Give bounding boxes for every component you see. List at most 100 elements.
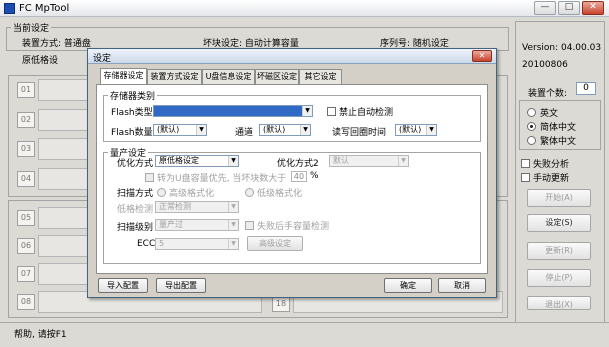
settings-button[interactable]: 设定(S) bbox=[527, 214, 591, 232]
flash-type-label: Flash类型 bbox=[111, 108, 153, 118]
opt-select[interactable]: 原低格设定 ▼ bbox=[155, 155, 239, 167]
slot-bar bbox=[38, 79, 88, 101]
slot-label: 18 bbox=[272, 296, 290, 312]
settings-dialog: 设定 ✕ 存储器设定 装置方式设定 U盘信息设定 坏磁区设定 其它设定 存储器类… bbox=[87, 48, 497, 298]
flash-type-select[interactable]: ▼ bbox=[153, 105, 313, 117]
slot-bar bbox=[38, 263, 88, 285]
slot-label: 03 bbox=[17, 141, 35, 157]
ecc-label: ECC bbox=[137, 239, 156, 249]
lang-english-radio[interactable] bbox=[527, 108, 536, 117]
dialog-close-button[interactable]: ✕ bbox=[472, 50, 492, 62]
chevron-down-icon: ▼ bbox=[196, 125, 206, 135]
scan-low-radio[interactable] bbox=[245, 188, 254, 197]
update-button[interactable]: 更新(R) bbox=[527, 242, 591, 260]
date-label: 20100806 bbox=[522, 60, 568, 70]
dialog-title-bar: 设定 ✕ bbox=[88, 49, 496, 64]
slot-bar bbox=[38, 138, 88, 160]
maximize-button[interactable]: □ bbox=[558, 1, 580, 15]
chevron-down-icon: ▼ bbox=[228, 239, 238, 249]
fail-analysis-checkbox[interactable] bbox=[521, 159, 530, 168]
rw-time-value: (默认) bbox=[399, 125, 422, 134]
manual-update-label: 手动更新 bbox=[533, 174, 570, 184]
slot-bar bbox=[38, 207, 88, 229]
ecc-value: 5 bbox=[159, 239, 165, 248]
slot-label: 02 bbox=[17, 112, 35, 128]
flash-count-label: Flash数量 bbox=[111, 128, 153, 138]
auto-detect-label: 禁止自动检测 bbox=[339, 108, 394, 118]
lang-simplified-label: 简体中文 bbox=[540, 123, 577, 133]
title-bar: FC MpTool — □ ✕ bbox=[0, 0, 609, 17]
convert-unit: % bbox=[310, 171, 319, 181]
tab-panel: 存储器类别 Flash类型 ▼ 禁止自动检测 Flash数量 (默认) ▼ 通道 … bbox=[96, 84, 488, 274]
flash-count-select[interactable]: (默认) ▼ bbox=[153, 124, 207, 136]
lang-simplified-radio[interactable] bbox=[527, 122, 536, 131]
channel-select[interactable]: (默认) ▼ bbox=[259, 124, 311, 136]
lang-traditional-radio[interactable] bbox=[527, 136, 536, 145]
dialog-title: 设定 bbox=[93, 54, 112, 64]
rw-time-label: 读写回圈时间 bbox=[332, 128, 387, 138]
status-divider bbox=[0, 322, 609, 323]
chevron-down-icon: ▼ bbox=[228, 156, 238, 166]
export-config-button[interactable]: 导出配置 bbox=[156, 278, 206, 293]
fail-check-checkbox[interactable] bbox=[245, 221, 254, 230]
opt2-select[interactable]: 默认 ▼ bbox=[329, 155, 409, 167]
version-label: Version: 04.00.03 bbox=[522, 43, 602, 53]
rw-time-select[interactable]: (默认) ▼ bbox=[395, 124, 437, 136]
slot-bar bbox=[38, 235, 88, 257]
channel-label: 通道 bbox=[235, 128, 254, 138]
lang-traditional-label: 繁体中文 bbox=[540, 137, 577, 147]
scan-high-label: 高级格式化 bbox=[169, 189, 215, 199]
slot-bar bbox=[38, 168, 88, 190]
scan-high-radio[interactable] bbox=[157, 188, 166, 197]
chevron-down-icon: ▼ bbox=[426, 125, 436, 135]
tab-bad-sector[interactable]: 坏磁区设定 bbox=[255, 69, 299, 84]
tab-device-mode[interactable]: 装置方式设定 bbox=[147, 69, 202, 84]
app-icon bbox=[4, 3, 15, 14]
chevron-down-icon: ▼ bbox=[228, 220, 238, 230]
convert-threshold-field[interactable]: 40 bbox=[291, 171, 307, 182]
current-settings-legend: 当前设定 bbox=[13, 24, 50, 34]
chevron-down-icon: ▼ bbox=[228, 202, 238, 212]
scan-level-select[interactable]: 量产过 ▼ bbox=[155, 219, 239, 231]
opt-value: 原低格设定 bbox=[159, 156, 199, 165]
window-title: FC MpTool bbox=[19, 3, 70, 14]
convert-checkbox[interactable] bbox=[145, 173, 154, 182]
convert-label: 转为U盘容量优先, 当坏块数大于 bbox=[157, 174, 287, 184]
auto-detect-checkbox[interactable] bbox=[327, 107, 336, 116]
manual-update-checkbox[interactable] bbox=[521, 173, 530, 182]
exit-button[interactable]: 退出(X) bbox=[527, 296, 591, 310]
close-button[interactable]: ✕ bbox=[582, 1, 604, 15]
start-button[interactable]: 开始(A) bbox=[527, 189, 591, 207]
tab-udisk-info[interactable]: U盘信息设定 bbox=[202, 69, 255, 84]
fail-check-label: 失败后手容量检测 bbox=[257, 222, 330, 232]
stop-button[interactable]: 停止(P) bbox=[527, 269, 591, 287]
ecc-select[interactable]: 5 ▼ bbox=[155, 238, 239, 250]
storage-legend: 存储器类别 bbox=[110, 92, 156, 102]
import-config-button[interactable]: 导入配置 bbox=[98, 278, 148, 293]
lang-english-label: 英文 bbox=[540, 109, 559, 119]
low-check-select[interactable]: 正常检测 ▼ bbox=[155, 201, 239, 213]
tab-other[interactable]: 其它设定 bbox=[299, 69, 342, 84]
chevron-down-icon: ▼ bbox=[300, 125, 310, 135]
slot-label: 05 bbox=[17, 210, 35, 226]
optimize-label: 原低格设 bbox=[22, 56, 59, 66]
channel-value: (默认) bbox=[263, 125, 286, 134]
tab-storage[interactable]: 存储器设定 bbox=[100, 68, 147, 85]
slot-label: 01 bbox=[17, 82, 35, 98]
slot-label: 04 bbox=[17, 171, 35, 187]
opt-label: 优化方式 bbox=[117, 159, 154, 169]
flash-count-value: (默认) bbox=[157, 125, 180, 134]
slot-label: 07 bbox=[17, 266, 35, 282]
slot-label: 06 bbox=[17, 238, 35, 254]
opt2-label: 优化方式2 bbox=[277, 159, 319, 169]
low-check-value: 正常检测 bbox=[159, 202, 191, 211]
device-count-label: 装置个数: bbox=[528, 89, 568, 99]
minimize-button[interactable]: — bbox=[534, 1, 556, 15]
status-text: 帮助, 请按F1 bbox=[14, 330, 67, 340]
slot-label: 08 bbox=[17, 294, 35, 310]
chevron-down-icon: ▼ bbox=[302, 106, 312, 116]
advanced-settings-button[interactable]: 高级设定 bbox=[247, 236, 303, 251]
ok-button[interactable]: 确定 bbox=[384, 278, 432, 293]
scan-level-value: 量产过 bbox=[159, 220, 183, 229]
cancel-button[interactable]: 取消 bbox=[438, 278, 486, 293]
